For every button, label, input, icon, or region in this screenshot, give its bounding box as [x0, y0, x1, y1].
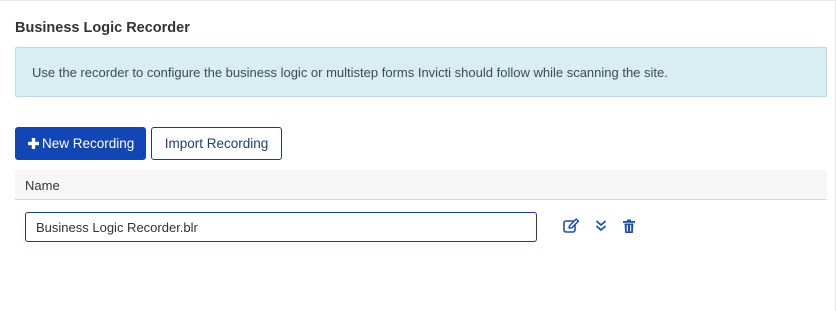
- import-recording-label: Import Recording: [164, 136, 269, 151]
- edit-icon[interactable]: [562, 217, 580, 235]
- column-header-name: Name: [25, 178, 60, 193]
- new-recording-label: New Recording: [42, 136, 135, 151]
- recording-name-input[interactable]: [25, 212, 537, 242]
- plus-icon: [28, 138, 39, 149]
- expand-icon[interactable]: [592, 217, 610, 235]
- info-alert: Use the recorder to configure the busine…: [15, 47, 827, 97]
- info-alert-text: Use the recorder to configure the busine…: [32, 65, 668, 80]
- new-recording-button[interactable]: New Recording: [15, 127, 146, 160]
- trash-icon[interactable]: [620, 217, 638, 235]
- table-header: Name: [15, 170, 827, 200]
- section-title: Business Logic Recorder: [15, 20, 190, 36]
- import-recording-button[interactable]: Import Recording: [151, 127, 282, 160]
- business-logic-recorder-panel: Business Logic Recorder Use the recorder…: [0, 0, 836, 311]
